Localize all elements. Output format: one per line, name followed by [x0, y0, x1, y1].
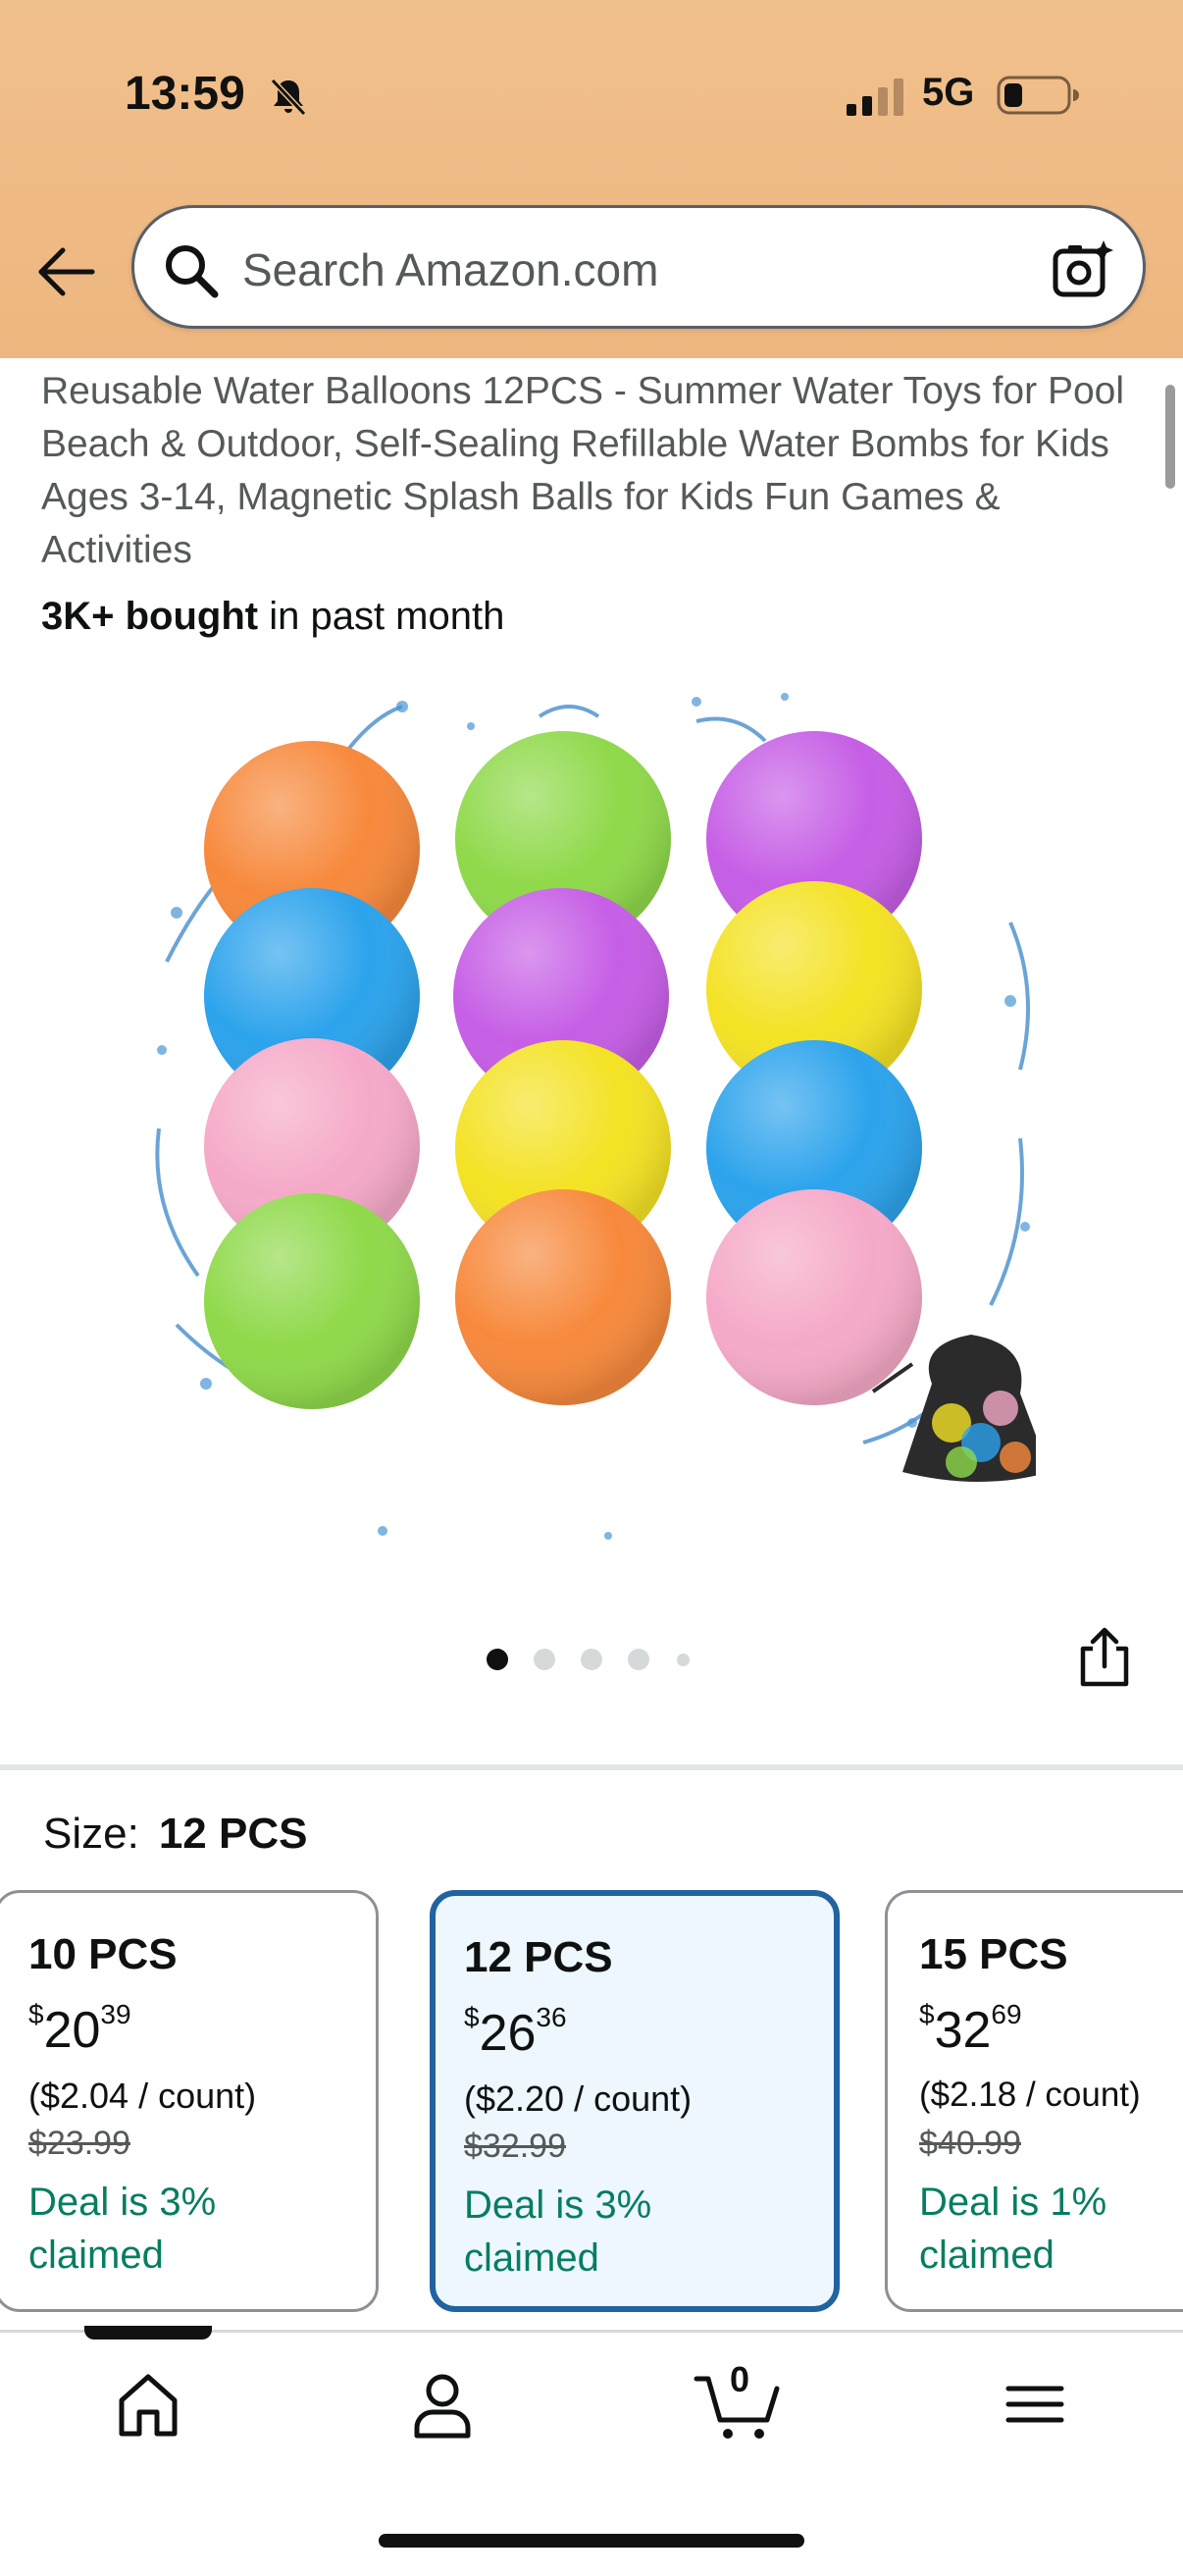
section-divider: [0, 1764, 1183, 1770]
size-label-text: Size:: [43, 1810, 139, 1858]
search-input[interactable]: [242, 236, 1027, 304]
price-whole: 20: [43, 2002, 101, 2059]
size-option-name: 12 PCS: [464, 1933, 613, 1981]
size-option-name: 15 PCS: [919, 1930, 1068, 1978]
deal-claimed: Deal is 1% claimed: [919, 2181, 1107, 2277]
home-indicator[interactable]: [379, 2534, 804, 2548]
share-icon[interactable]: [1075, 1625, 1134, 1690]
menu-icon[interactable]: [991, 2365, 1079, 2444]
size-option-12pcs[interactable]: 12 PCS $2636 ($2.20 / count) $32.99 Deal…: [430, 1890, 840, 2312]
battery-icon: [997, 76, 1079, 115]
product-title[interactable]: Reusable Water Balloons 12PCS - Summer W…: [41, 365, 1150, 577]
home-icon[interactable]: [104, 2365, 192, 2444]
scrollbar[interactable]: [1165, 385, 1175, 489]
price-symbol: $: [28, 1999, 44, 2029]
price-symbol: $: [464, 2002, 480, 2032]
cart-button[interactable]: 0: [693, 2359, 791, 2444]
size-option-price: $3269: [919, 1999, 1022, 2060]
bell-off-icon: [270, 78, 307, 117]
signal-icon: [847, 79, 903, 116]
list-price: $32.99: [464, 2128, 566, 2165]
camera-search-icon[interactable]: [1051, 237, 1115, 302]
carousel-dot[interactable]: [534, 1649, 555, 1670]
bought-count: 3K+ bought in past month: [41, 595, 504, 639]
list-price: $40.99: [919, 2125, 1021, 2162]
size-option-price: $2636: [464, 2002, 567, 2063]
carousel-dot-active[interactable]: [487, 1649, 508, 1670]
image-carousel-indicator[interactable]: [481, 1649, 706, 1674]
price-symbol: $: [919, 1999, 935, 2029]
unit-price: ($2.04 / count): [28, 2076, 257, 2116]
network-type: 5G: [922, 71, 975, 114]
product-image[interactable]: [147, 677, 1036, 1560]
carousel-dot[interactable]: [581, 1649, 602, 1670]
search-bar[interactable]: [131, 205, 1146, 329]
size-selected-value: 12 PCS: [158, 1810, 308, 1858]
size-option-name: 10 PCS: [28, 1930, 178, 1978]
bought-rest: in past month: [258, 595, 505, 638]
account-icon[interactable]: [398, 2365, 487, 2444]
price-whole: 32: [934, 2002, 992, 2059]
unit-price: ($2.18 / count): [919, 2076, 1141, 2114]
status-time: 13:59: [125, 68, 245, 120]
search-icon: [166, 245, 219, 298]
price-whole: 26: [479, 2005, 537, 2062]
price-fraction: 36: [536, 2002, 567, 2032]
deal-claimed: Deal is 3% claimed: [464, 2183, 652, 2280]
ball-grid: [204, 731, 922, 1409]
deal-claimed: Deal is 3% claimed: [28, 2181, 217, 2277]
list-price: $23.99: [28, 2125, 130, 2162]
carousel-dot[interactable]: [677, 1654, 690, 1666]
size-option-15pcs[interactable]: 15 PCS $3269 ($2.18 / count) $40.99 Deal…: [885, 1890, 1183, 2312]
back-arrow-icon[interactable]: [33, 239, 98, 304]
price-fraction: 39: [100, 1999, 131, 2029]
cart-count: 0: [730, 2359, 750, 2399]
active-tab-indicator: [84, 2326, 212, 2339]
size-option-price: $2039: [28, 1999, 131, 2060]
size-option-10pcs[interactable]: 10 PCS $2039 ($2.04 / count) $23.99 Deal…: [0, 1890, 379, 2312]
unit-price: ($2.20 / count): [464, 2078, 693, 2119]
carousel-dot[interactable]: [628, 1649, 649, 1670]
price-fraction: 69: [991, 1999, 1022, 2029]
size-label: Size: 12 PCS: [43, 1810, 307, 1859]
header: 13:59 5G: [0, 0, 1183, 358]
bought-bold: 3K+ bought: [41, 595, 259, 638]
